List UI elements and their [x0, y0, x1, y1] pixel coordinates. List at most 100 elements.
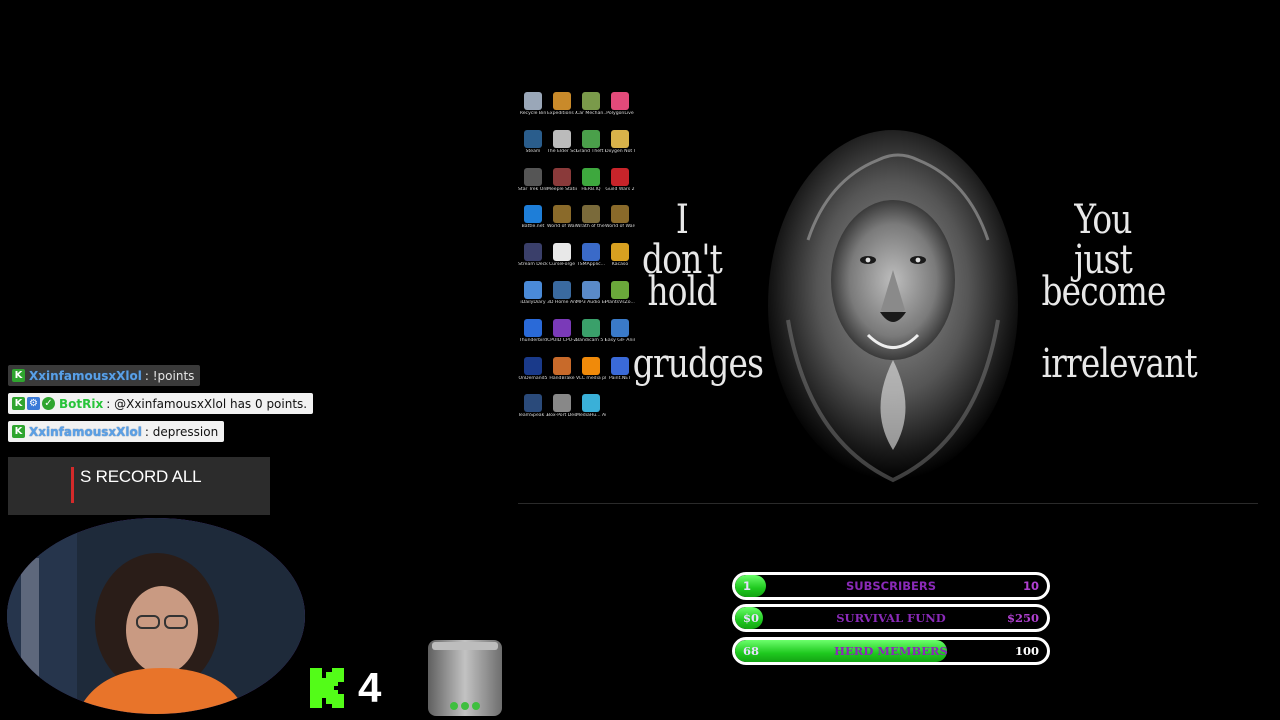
desktop-icon[interactable]: Expeditions A MudRunner ...	[547, 92, 577, 130]
diary-icon	[524, 281, 542, 299]
quote-right-line-3: irrelevant	[1041, 341, 1198, 387]
desktop-icon[interactable]: Paint.NET	[605, 356, 635, 395]
desktop-icon-label: CPUID CPU-Z	[547, 337, 577, 343]
recycle-bin-icon	[524, 92, 542, 110]
desktop-icon-label: The Elder Scrolls ...	[547, 148, 577, 154]
desktop-icon[interactable]: Kacaso	[605, 243, 635, 281]
desktop-icon-label: Star Trek Online	[518, 186, 548, 192]
chat-text: : !points	[144, 368, 195, 383]
desktop-icon[interactable]: Box-Port Design	[547, 394, 577, 432]
battlenet-icon	[524, 205, 542, 224]
car-mechanic-icon	[582, 92, 600, 110]
desktop-icon[interactable]: 3D Home Architect ...	[547, 281, 577, 319]
chat-username[interactable]: XxinfamousxXlol	[29, 425, 142, 439]
desktop-icon-label: Car Mechan...	[576, 111, 606, 116]
kick-badge-icon: K	[12, 425, 25, 438]
desktop-icon-label: TSMApplic...	[576, 262, 606, 268]
stream-deck-icon	[524, 243, 542, 262]
desktop-icon-label: Meeple Station	[547, 186, 577, 192]
chat-text: : depression	[144, 424, 219, 439]
desktop-icon[interactable]: Oxygen Not Included	[605, 129, 635, 168]
bot-badge-icon: ⚙	[27, 397, 40, 410]
kacaso-icon	[611, 243, 629, 262]
desktop-icon[interactable]: Bandicam 5 Pro	[576, 318, 606, 357]
guild-wars-icon	[611, 167, 629, 186]
desktop-icon-label: Steam	[525, 148, 541, 154]
chat-username[interactable]: BotRix	[59, 397, 103, 411]
desktop-icon[interactable]: Meeple Station	[547, 167, 577, 206]
kick-follower-counter: 4	[310, 667, 381, 709]
elder-scrolls-icon	[553, 129, 571, 148]
chat-message-2: K ⚙ ✓ BotRix : @XxinfamousxXlol has 0 po…	[8, 393, 314, 414]
quote-right: You just become irrelevant	[1041, 197, 1198, 416]
vlc-icon	[582, 356, 600, 375]
goal-end: $250	[1006, 611, 1039, 625]
kick-badge-icon: K	[12, 397, 25, 410]
desktop-icon[interactable]: Star Trek Online	[518, 167, 548, 206]
desktop-icon[interactable]: OnDemand5	[518, 356, 548, 395]
tsm-icon	[582, 243, 600, 262]
desktop-icon-label: MediaHu... Audio Con...	[576, 413, 606, 419]
webcam-feed	[7, 518, 305, 714]
desktop-icon-label: VLC media player	[576, 375, 606, 381]
quote-left-line-1: I don't	[642, 197, 723, 283]
desktop-icon[interactable]: VLC media player	[576, 356, 606, 395]
stream-overlay: Recycle BinExpeditions A MudRunner ...Ca…	[0, 0, 1280, 720]
desktop-icon[interactable]: Grand Theft Auto V	[576, 129, 606, 168]
desktop-icon[interactable]: Thunderbird	[518, 318, 548, 357]
herb-icon	[582, 167, 600, 186]
oxygen-icon	[611, 129, 629, 148]
star-trek-icon	[524, 167, 542, 186]
gif-animator-icon	[611, 318, 629, 337]
desktop-icon-label: Thunderbird	[518, 337, 548, 343]
desktop-icon-grid: Recycle BinExpeditions A MudRunner ...Ca…	[518, 92, 642, 432]
desktop-icon[interactable]: HandBrake	[547, 356, 577, 395]
desktop-icon[interactable]: PlantsVsZo...	[605, 281, 635, 319]
desktop-icon[interactable]: HERB.IQ	[576, 167, 606, 206]
ondemand-icon	[524, 356, 542, 375]
desktop-icon-label: 3D Home Architect ...	[547, 300, 577, 305]
quote-left-line-2: hold	[647, 269, 717, 315]
polygonlive-icon	[611, 92, 629, 110]
alert-text: S RECORD ALL	[80, 467, 202, 486]
desktop-icon[interactable]: Guild Wars 2	[605, 167, 635, 206]
desktop-icon[interactable]: MediaHu... Audio Con...	[576, 394, 606, 432]
alert-box: S RECORD ALL	[8, 457, 270, 515]
desktop-icon[interactable]: World of Warcraft	[605, 205, 635, 243]
steam-icon	[524, 129, 542, 148]
desktop-icon[interactable]: Easy GIF Animator	[605, 318, 635, 357]
desktop-divider	[518, 503, 1258, 504]
goal-herd-members: 68 HERD MEMBERS 100	[732, 637, 1050, 665]
desktop-icon-label: Expeditions A MudRunner ...	[547, 111, 577, 116]
desktop-icon[interactable]: Wrath of the Lich King ...	[576, 205, 606, 243]
desktop-icon-label: iDailyDiary	[520, 300, 546, 305]
desktop-icon[interactable]: iDailyDiary	[518, 281, 548, 319]
desktop-icon[interactable]: CPUID CPU-Z	[547, 318, 577, 357]
desktop-icon[interactable]: Car Mechan...	[576, 92, 606, 130]
curseforge-icon	[553, 243, 571, 262]
desktop-icon[interactable]: MP3 Audio Editor	[576, 281, 606, 319]
desktop-icon[interactable]: The Elder Scrolls ...	[547, 129, 577, 168]
teamspeak-icon	[524, 394, 542, 413]
meeple-icon	[553, 167, 571, 186]
desktop-icon[interactable]: PolygonLive	[605, 92, 635, 130]
gta-icon	[582, 129, 600, 148]
goal-end: 10	[1022, 579, 1039, 593]
desktop-icon-label: Box-Port Design	[547, 413, 577, 419]
desktop-icon-label: OnDemand5	[518, 375, 548, 381]
chat-text: : @XxinfamousxXlol has 0 points.	[106, 396, 308, 411]
desktop-icon-label: Kacaso	[611, 262, 629, 268]
quote-right-line-1: You just	[1073, 197, 1133, 283]
desktop-icon[interactable]: TSMApplic...	[576, 243, 606, 281]
chat-username[interactable]: XxinfamousxXlol	[29, 369, 142, 383]
desktop-icon[interactable]: World of Warcra...	[547, 205, 577, 243]
desktop-icon[interactable]: Steam	[518, 129, 548, 168]
desktop-icon[interactable]: Recycle Bin	[518, 92, 548, 130]
desktop-icon-label: Oxygen Not Included	[605, 148, 635, 154]
desktop-icon[interactable]: TeamSpeak 3 Client	[518, 394, 548, 432]
kick-logo-icon	[310, 668, 344, 708]
desktop-icon[interactable]: Stream Deck	[518, 243, 548, 281]
desktop-icon-label: Wrath of the Lich King ...	[576, 224, 606, 230]
desktop-icon[interactable]: Battle.net	[518, 205, 548, 243]
desktop-icon[interactable]: CurseForge	[547, 243, 577, 281]
